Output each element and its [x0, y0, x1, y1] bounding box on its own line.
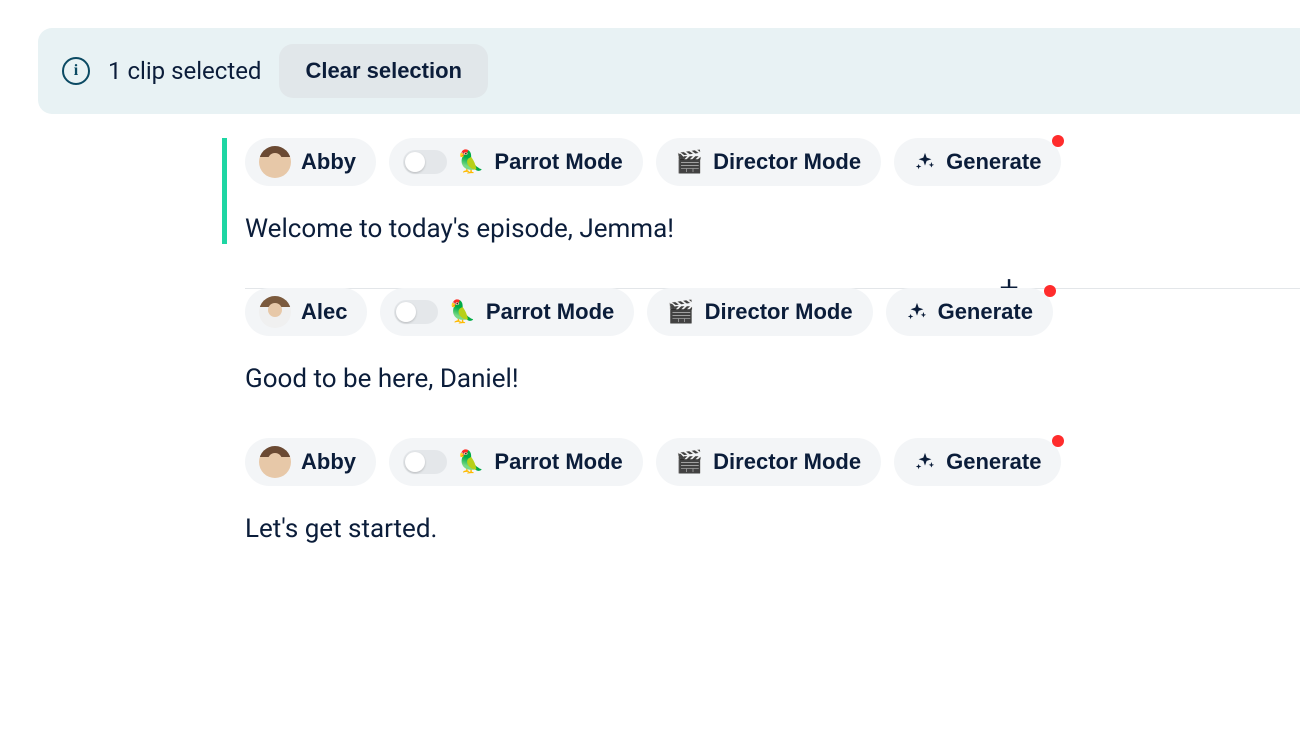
selection-bar: i 1 clip selected Clear selection [38, 28, 1300, 114]
director-mode-button[interactable]: 🎬 Director Mode [656, 138, 881, 186]
generate-button[interactable]: Generate [894, 138, 1061, 186]
clapper-icon: 🎬 [676, 149, 703, 175]
info-icon: i [62, 57, 90, 85]
parrot-icon: 🦜 [457, 149, 484, 175]
speaker-pill[interactable]: Alec [245, 288, 367, 336]
parrot-mode-button[interactable]: 🦜 Parrot Mode [389, 438, 643, 486]
director-mode-button[interactable]: 🎬 Director Mode [656, 438, 881, 486]
clip-text[interactable]: Welcome to today's episode, Jemma! [245, 214, 1300, 244]
speaker-pill[interactable]: Abby [245, 438, 376, 486]
generate-label: Generate [938, 299, 1033, 325]
director-mode-label: Director Mode [705, 299, 853, 325]
clapper-icon: 🎬 [667, 299, 694, 325]
notification-dot-icon [1052, 435, 1064, 447]
director-mode-label: Director Mode [713, 149, 861, 175]
selection-count-text: 1 clip selected [108, 57, 261, 85]
director-mode-button[interactable]: 🎬 Director Mode [647, 288, 872, 336]
clip-toolbar: Abby 🦜 Parrot Mode 🎬 Director Mode Gener… [245, 438, 1300, 486]
sparkle-icon [906, 301, 928, 323]
parrot-mode-button[interactable]: 🦜 Parrot Mode [380, 288, 634, 336]
parrot-mode-label: Parrot Mode [486, 299, 614, 325]
generate-label: Generate [946, 149, 1041, 175]
speaker-name: Abby [301, 149, 356, 175]
parrot-icon: 🦜 [448, 299, 475, 325]
director-mode-label: Director Mode [713, 449, 861, 475]
speaker-name: Alec [301, 299, 347, 325]
generate-label: Generate [946, 449, 1041, 475]
avatar-icon [259, 296, 291, 328]
clip-text[interactable]: Let's get started. [245, 514, 1300, 544]
toggle-icon[interactable] [394, 300, 438, 324]
clip-toolbar: Alec 🦜 Parrot Mode 🎬 Director Mode Gener… [245, 288, 1300, 336]
clip-row[interactable]: Abby 🦜 Parrot Mode 🎬 Director Mode Gener… [245, 438, 1300, 544]
generate-button[interactable]: Generate [894, 438, 1061, 486]
clapper-icon: 🎬 [676, 449, 703, 475]
parrot-mode-label: Parrot Mode [494, 149, 622, 175]
speaker-pill[interactable]: Abby [245, 138, 376, 186]
generate-button[interactable]: Generate [886, 288, 1053, 336]
clear-selection-button[interactable]: Clear selection [279, 44, 488, 98]
parrot-icon: 🦜 [457, 449, 484, 475]
clips-list: Abby 🦜 Parrot Mode 🎬 Director Mode Gener… [245, 138, 1300, 588]
toggle-icon[interactable] [403, 450, 447, 474]
parrot-mode-button[interactable]: 🦜 Parrot Mode [389, 138, 643, 186]
sparkle-icon [914, 151, 936, 173]
avatar-icon [259, 446, 291, 478]
clip-toolbar: Abby 🦜 Parrot Mode 🎬 Director Mode Gener… [245, 138, 1300, 186]
clip-row[interactable]: Alec 🦜 Parrot Mode 🎬 Director Mode Gener… [245, 288, 1300, 394]
clip-row[interactable]: Abby 🦜 Parrot Mode 🎬 Director Mode Gener… [222, 138, 1300, 244]
clip-text[interactable]: Good to be here, Daniel! [245, 364, 1300, 394]
notification-dot-icon [1044, 285, 1056, 297]
speaker-name: Abby [301, 449, 356, 475]
notification-dot-icon [1052, 135, 1064, 147]
avatar-icon [259, 146, 291, 178]
parrot-mode-label: Parrot Mode [494, 449, 622, 475]
toggle-icon[interactable] [403, 150, 447, 174]
sparkle-icon [914, 451, 936, 473]
